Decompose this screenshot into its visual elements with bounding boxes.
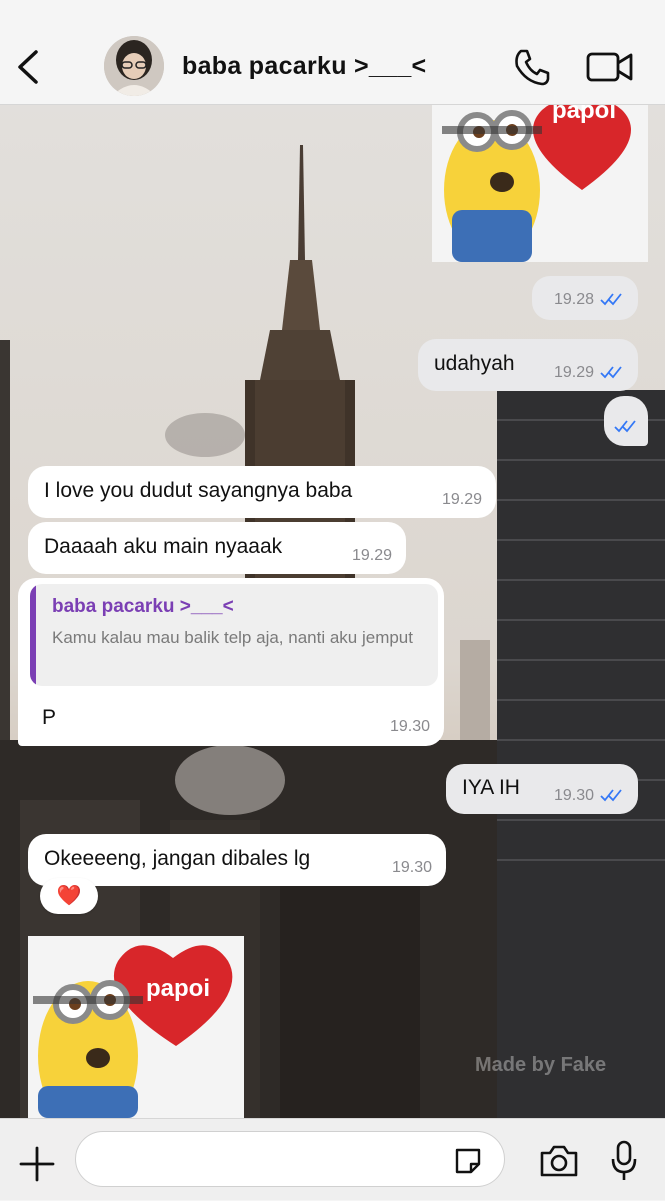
- contact-name[interactable]: baba pacarku >___<: [182, 52, 426, 81]
- message-text: P: [42, 706, 57, 729]
- message-text: udahyah: [434, 351, 515, 375]
- incoming-message[interactable]: Daaaah aku main nyaaak 19.29: [28, 522, 406, 574]
- minion-heart-sticker: papoi: [432, 104, 648, 262]
- double-check-icon: [600, 293, 622, 306]
- sticker-message[interactable]: papoi: [432, 104, 648, 262]
- minion-heart-sticker: papoi: [28, 936, 244, 1118]
- quoted-message[interactable]: baba pacarku >___< Kamu kalau mau balik …: [30, 584, 438, 686]
- chat-header: baba pacarku >___<: [0, 0, 665, 105]
- sticker-message[interactable]: papoi: [28, 936, 244, 1118]
- chevron-left-icon[interactable]: [14, 48, 42, 86]
- double-check-icon: [600, 789, 622, 802]
- message-time: 19.29: [553, 364, 594, 381]
- plus-icon[interactable]: [18, 1145, 56, 1183]
- message-text: Daaaah aku main nyaaak: [44, 534, 283, 558]
- video-camera-icon[interactable]: [586, 50, 634, 84]
- double-check-icon: [600, 366, 622, 379]
- message-list[interactable]: papoi 19.28 udahyah 19.29 I love you dud…: [0, 104, 665, 1118]
- double-check-icon: [614, 420, 636, 433]
- message-text: I love you dudut sayangnya baba: [44, 478, 353, 502]
- sticker-timestamp: 19.28: [532, 276, 638, 320]
- sticker-caption: papoi: [146, 975, 210, 1002]
- outgoing-message-tail[interactable]: [604, 396, 648, 446]
- message-time: 19.29: [441, 491, 482, 508]
- message-time: 19.30: [391, 859, 432, 876]
- sticker-icon[interactable]: [452, 1145, 484, 1177]
- message-text: IYA IH: [462, 775, 520, 799]
- outgoing-message[interactable]: IYA IH 19.30: [446, 764, 638, 814]
- message-text: Okeeeeng, jangan dibales lg: [44, 846, 311, 870]
- phone-icon[interactable]: [512, 47, 552, 87]
- message-time: 19.30: [553, 787, 594, 804]
- quote-accent-bar: [30, 584, 36, 686]
- message-reaction[interactable]: ❤️: [40, 878, 98, 914]
- outgoing-message[interactable]: udahyah 19.29: [418, 339, 638, 391]
- contact-avatar[interactable]: [104, 36, 164, 96]
- compose-bar: [0, 1118, 665, 1201]
- message-time: 19.28: [553, 291, 594, 308]
- watermark: Made by Fake: [475, 1054, 607, 1076]
- avatar-image: [104, 36, 164, 96]
- message-input[interactable]: [75, 1131, 505, 1187]
- quoted-text: Kamu kalau mau balik telp aja, nanti aku…: [52, 628, 413, 647]
- message-time: 19.30: [389, 718, 430, 735]
- quoted-sender: baba pacarku >___<: [52, 596, 234, 617]
- incoming-message[interactable]: I love you dudut sayangnya baba 19.29: [28, 466, 496, 518]
- sticker-caption: papoi: [552, 104, 616, 124]
- camera-icon[interactable]: [538, 1141, 580, 1181]
- microphone-icon[interactable]: [610, 1139, 638, 1183]
- incoming-message[interactable]: Okeeeeng, jangan dibales lg 19.30: [28, 834, 446, 886]
- message-time: 19.29: [351, 547, 392, 564]
